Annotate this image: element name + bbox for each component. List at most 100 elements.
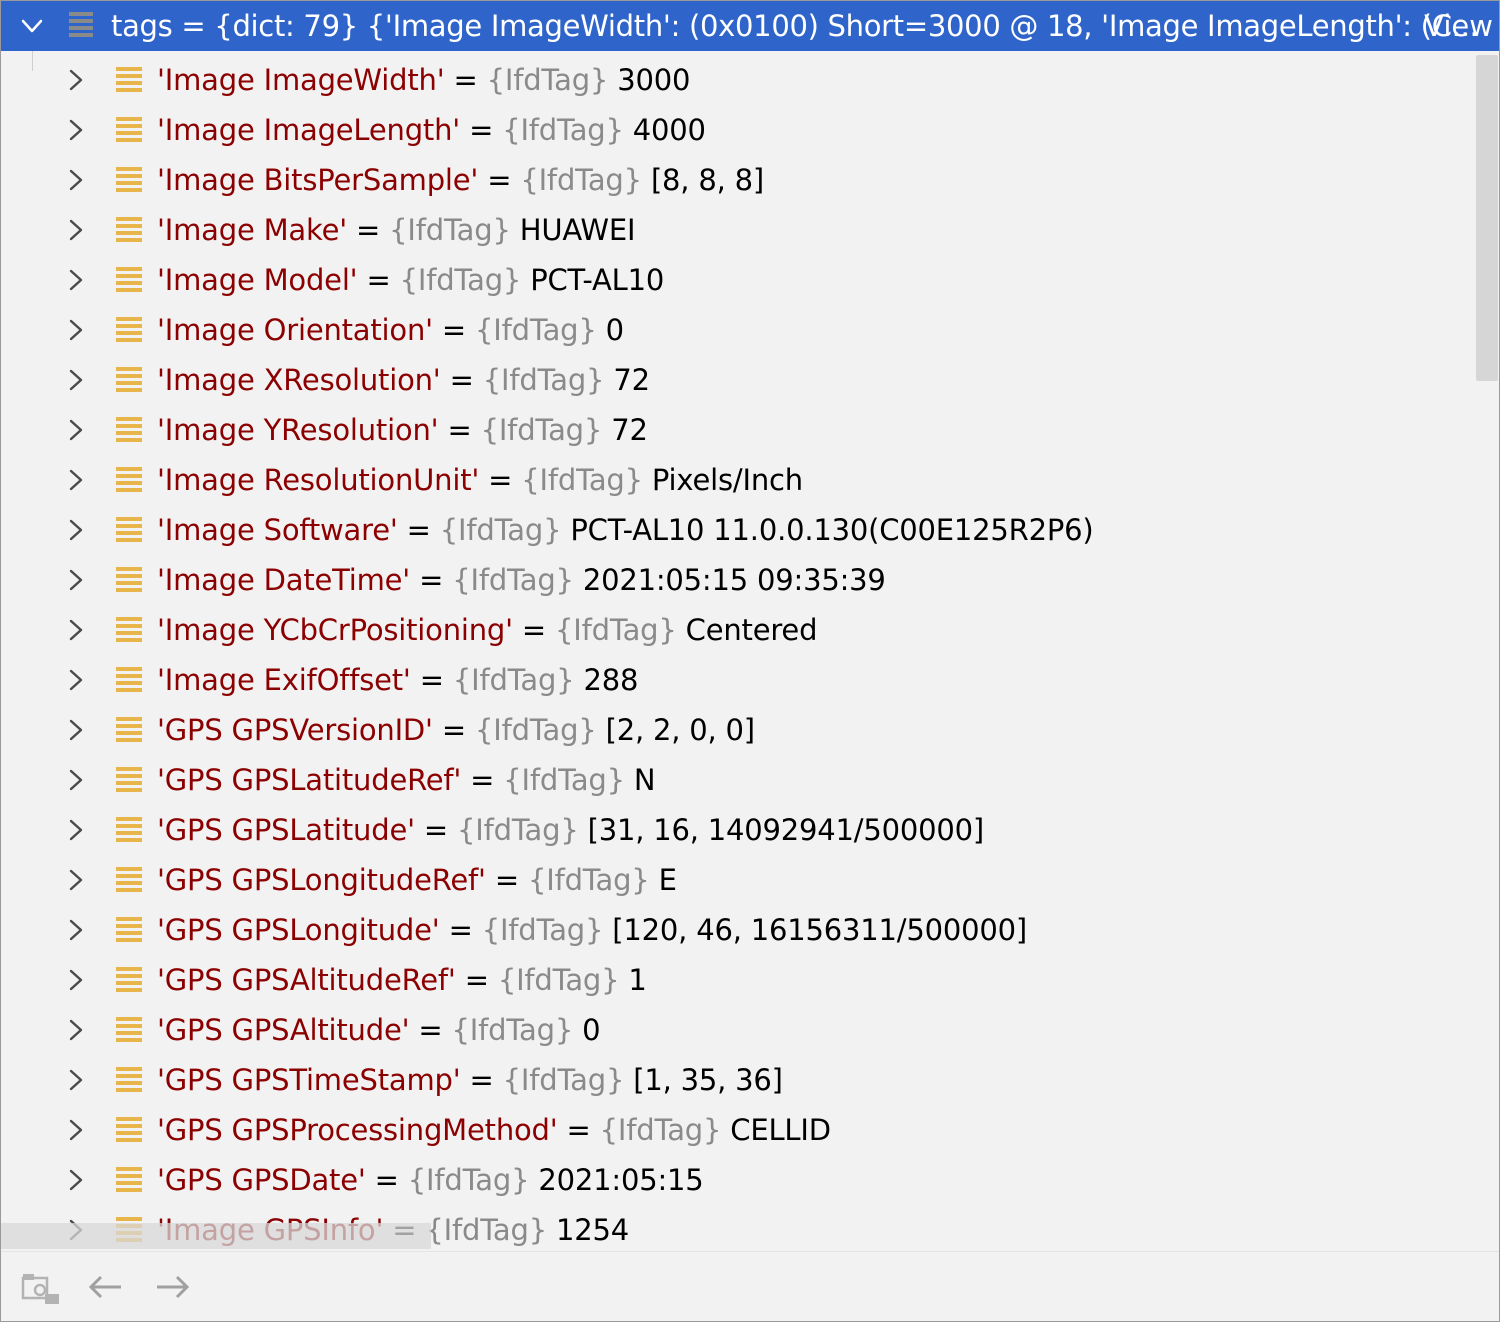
chevron-right-icon[interactable]: [67, 468, 85, 492]
tree-row[interactable]: 'Image Software' = {IfdTag} PCT-AL10 11.…: [1, 505, 1473, 555]
tree-row[interactable]: 'GPS GPSAltitude' = {IfdTag} 0: [1, 1005, 1473, 1055]
row-text: 'Image Make' = {IfdTag} HUAWEI: [157, 205, 636, 255]
row-value: [120, 46, 16156311/500000]: [612, 913, 1027, 947]
forward-arrow-icon[interactable]: [153, 1270, 193, 1304]
chevron-down-icon[interactable]: [21, 15, 43, 37]
row-type: {IfdTag}: [452, 563, 574, 597]
scrollbar-thumb[interactable]: [1476, 55, 1498, 381]
row-key: 'GPS GPSTimeStamp': [157, 1063, 461, 1097]
field-lines-icon: [116, 717, 142, 745]
chevron-right-icon[interactable]: [67, 868, 85, 892]
chevron-right-icon[interactable]: [67, 518, 85, 542]
chevron-right-icon[interactable]: [67, 918, 85, 942]
vertical-scrollbar[interactable]: [1475, 55, 1498, 1249]
row-equals: =: [485, 863, 528, 897]
chevron-right-icon[interactable]: [67, 668, 85, 692]
row-type: {IfdTag}: [480, 413, 603, 447]
chevron-right-icon[interactable]: [67, 118, 85, 142]
horizontal-scrollbar[interactable]: [1, 1223, 431, 1249]
tree-row[interactable]: 'Image ExifOffset' = {IfdTag} 288: [1, 655, 1473, 705]
folder-view-icon[interactable]: [21, 1270, 61, 1304]
chevron-right-icon[interactable]: [67, 618, 85, 642]
row-type: {IfdTag}: [521, 463, 643, 497]
row-value: [1, 35, 36]: [633, 1063, 783, 1097]
row-value: 3000: [617, 63, 691, 97]
row-equals: =: [440, 363, 483, 397]
field-lines-icon: [116, 767, 142, 795]
row-key: 'Image ImageLength': [157, 113, 461, 147]
row-type: {IfdTag}: [481, 913, 604, 947]
row-type: {IfdTag}: [502, 113, 624, 147]
tree-row[interactable]: 'Image ImageWidth' = {IfdTag} 3000: [1, 55, 1473, 105]
row-text: 'Image ExifOffset' = {IfdTag} 288: [157, 655, 638, 705]
tree-row[interactable]: 'GPS GPSAltitudeRef' = {IfdTag} 1: [1, 955, 1473, 1005]
row-equals: =: [346, 213, 390, 247]
chevron-right-icon[interactable]: [67, 368, 85, 392]
back-arrow-icon[interactable]: [87, 1270, 127, 1304]
tree-row[interactable]: 'GPS GPSLongitude' = {IfdTag} [120, 46, …: [1, 905, 1473, 955]
row-value: 288: [583, 663, 639, 697]
row-type: {IfdTag}: [503, 763, 625, 797]
row-type: {IfdTag}: [407, 1163, 530, 1197]
row-text: 'GPS GPSLatitude' = {IfdTag} [31, 16, 14…: [157, 805, 984, 855]
chevron-right-icon[interactable]: [67, 68, 85, 92]
row-text: 'GPS GPSTimeStamp' = {IfdTag} [1, 35, 36…: [157, 1055, 783, 1105]
tree-row[interactable]: 'GPS GPSLatitudeRef' = {IfdTag} N: [1, 755, 1473, 805]
tree-row[interactable]: 'Image Model' = {IfdTag} PCT-AL10: [1, 255, 1473, 305]
row-key: 'Image YResolution': [157, 413, 439, 447]
tree-row[interactable]: 'Image XResolution' = {IfdTag} 72: [1, 355, 1473, 405]
tree-row[interactable]: 'Image ImageLength' = {IfdTag} 4000: [1, 105, 1473, 155]
tree-row[interactable]: 'GPS GPSLongitudeRef' = {IfdTag} E: [1, 855, 1473, 905]
chevron-right-icon[interactable]: [67, 168, 85, 192]
field-lines-icon: [116, 117, 142, 145]
row-value: PCT-AL10: [530, 263, 665, 297]
row-equals: =: [455, 963, 498, 997]
tree-row[interactable]: 'Image BitsPerSample' = {IfdTag} [8, 8, …: [1, 155, 1473, 205]
row-equals: =: [397, 513, 440, 547]
row-text: 'Image ResolutionUnit' = {IfdTag} Pixels…: [157, 455, 803, 505]
chevron-right-icon[interactable]: [67, 968, 85, 992]
field-lines-icon: [116, 417, 142, 445]
chevron-right-icon[interactable]: [67, 218, 85, 242]
field-lines-icon: [116, 667, 142, 695]
tree-row[interactable]: 'Image Make' = {IfdTag} HUAWEI: [1, 205, 1473, 255]
chevron-right-icon[interactable]: [67, 1168, 85, 1192]
variables-panel: tags = {dict: 79} {'Image ImageWidth': (…: [0, 0, 1500, 1322]
tree-row[interactable]: 'Image ResolutionUnit' = {IfdTag} Pixels…: [1, 455, 1473, 505]
field-lines-icon: [116, 367, 142, 395]
field-lines-icon: [116, 1117, 142, 1145]
tree-row[interactable]: 'GPS GPSTimeStamp' = {IfdTag} [1, 35, 36…: [1, 1055, 1473, 1105]
chevron-right-icon[interactable]: [67, 318, 85, 342]
chevron-right-icon[interactable]: [67, 1018, 85, 1042]
tree-row[interactable]: 'Image YResolution' = {IfdTag} 72: [1, 405, 1473, 455]
chevron-right-icon[interactable]: [67, 768, 85, 792]
row-key: 'Image Software': [157, 513, 398, 547]
row-value: 1: [628, 963, 647, 997]
chevron-right-icon[interactable]: [67, 418, 85, 442]
row-key: 'GPS GPSLongitude': [157, 913, 440, 947]
chevron-right-icon[interactable]: [67, 818, 85, 842]
row-value: 2021:05:15 09:35:39: [582, 563, 886, 597]
tree-row[interactable]: 'GPS GPSProcessingMethod' = {IfdTag} CEL…: [1, 1105, 1473, 1155]
row-type: {IfdTag}: [457, 813, 579, 847]
chevron-right-icon[interactable]: [67, 1118, 85, 1142]
tree-row[interactable]: 'Image Orientation' = {IfdTag} 0: [1, 305, 1473, 355]
tree-row[interactable]: 'GPS GPSDate' = {IfdTag} 2021:05:15: [1, 1155, 1473, 1205]
tree-row[interactable]: 'Image DateTime' = {IfdTag} 2021:05:15 0…: [1, 555, 1473, 605]
chevron-right-icon[interactable]: [67, 1068, 85, 1092]
row-text: 'Image ImageLength' = {IfdTag} 4000: [157, 105, 706, 155]
chevron-right-icon[interactable]: [67, 568, 85, 592]
view-link[interactable]: View: [1424, 1, 1493, 51]
row-equals: =: [410, 563, 453, 597]
row-text: 'Image XResolution' = {IfdTag} 72: [157, 355, 650, 405]
tree-row[interactable]: 'GPS GPSLatitude' = {IfdTag} [31, 16, 14…: [1, 805, 1473, 855]
row-text: 'GPS GPSAltitudeRef' = {IfdTag} 1: [157, 955, 647, 1005]
tree-row[interactable]: 'GPS GPSVersionID' = {IfdTag} [2, 2, 0, …: [1, 705, 1473, 755]
chevron-right-icon[interactable]: [67, 718, 85, 742]
row-type: {IfdTag}: [425, 1213, 547, 1247]
chevron-right-icon[interactable]: [67, 268, 85, 292]
field-lines-icon: [116, 467, 142, 495]
dict-header-row[interactable]: tags = {dict: 79} {'Image ImageWidth': (…: [1, 1, 1499, 51]
tree-row[interactable]: 'Image YCbCrPositioning' = {IfdTag} Cent…: [1, 605, 1473, 655]
row-equals: =: [461, 763, 504, 797]
